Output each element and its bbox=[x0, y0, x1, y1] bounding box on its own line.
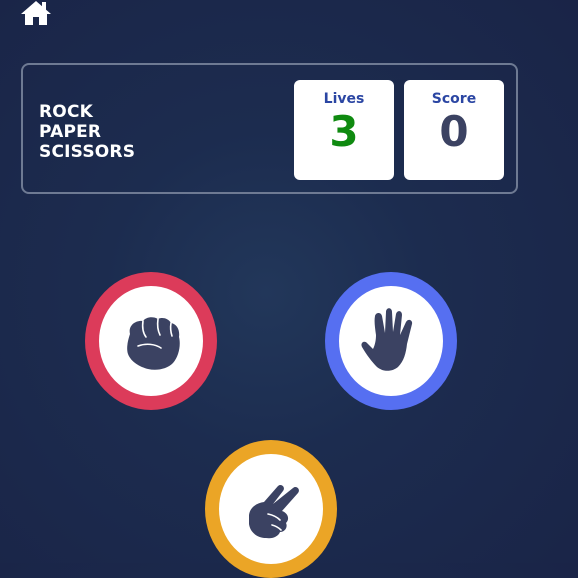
lives-value: 3 bbox=[329, 107, 359, 156]
score-header: ROCK PAPER SCISSORS Lives 3 Score 0 bbox=[21, 63, 518, 194]
lives-label: Lives bbox=[323, 91, 365, 107]
open-hand-icon bbox=[361, 308, 413, 371]
fist-icon bbox=[127, 317, 180, 370]
paper-button[interactable] bbox=[325, 272, 457, 410]
score-box: Score 0 bbox=[404, 80, 504, 180]
title-line-paper: PAPER bbox=[39, 122, 102, 142]
game-title: ROCK PAPER SCISSORS bbox=[39, 102, 135, 162]
scissors-button[interactable] bbox=[205, 440, 337, 578]
score-label: Score bbox=[431, 91, 477, 107]
score-value: 0 bbox=[439, 107, 469, 156]
title-line-scissors: SCISSORS bbox=[39, 142, 136, 162]
title-line-rock: ROCK bbox=[39, 102, 93, 122]
home-icon[interactable] bbox=[20, 0, 52, 26]
lives-box: Lives 3 bbox=[294, 80, 394, 180]
two-fingers-icon bbox=[249, 484, 299, 539]
rock-button[interactable] bbox=[85, 272, 217, 410]
